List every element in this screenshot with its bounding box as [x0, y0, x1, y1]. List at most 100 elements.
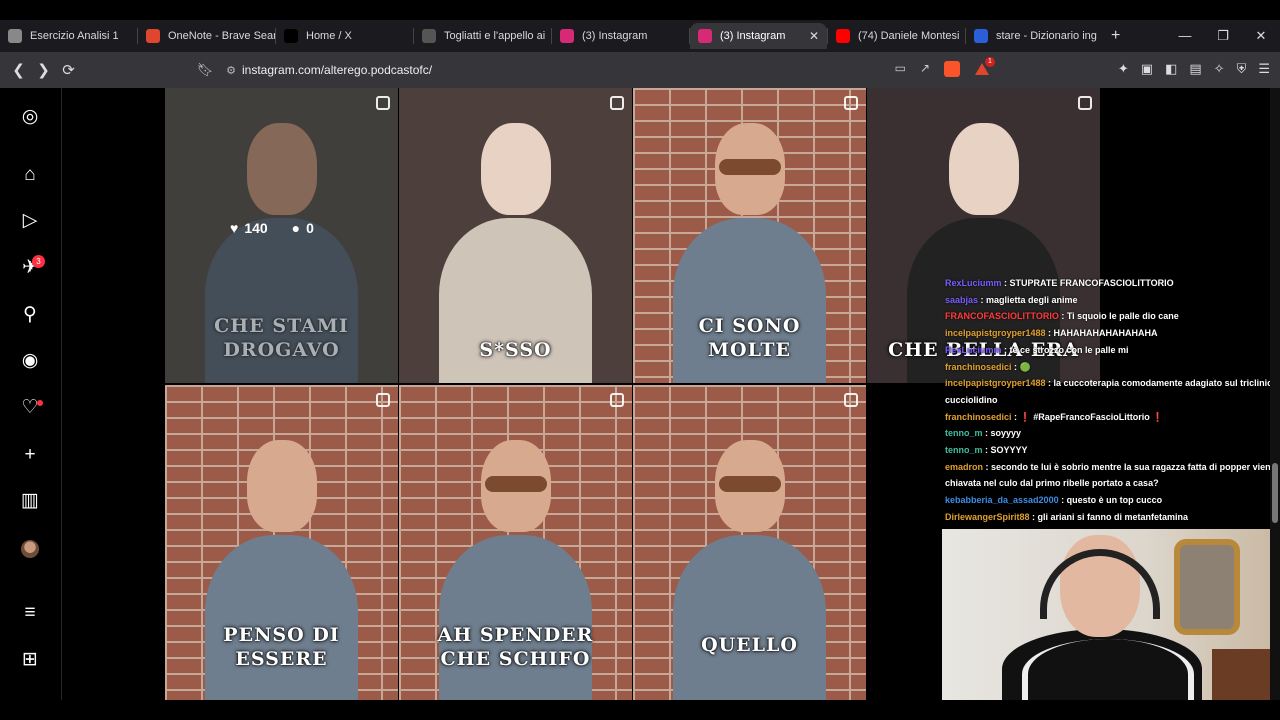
- instagram-logo-icon[interactable]: ◎: [19, 106, 41, 128]
- dashboard-icon[interactable]: ▥: [19, 490, 41, 512]
- threads-apps-icon[interactable]: ⊞: [19, 649, 41, 671]
- tab-7[interactable]: stare - Dizionario ing: [966, 23, 1103, 49]
- scrollbar-thumb[interactable]: [1272, 463, 1278, 523]
- drive-icon: [8, 29, 22, 43]
- close-window-icon[interactable]: ✕: [1242, 20, 1280, 52]
- brave-shields-icon[interactable]: [944, 61, 960, 77]
- sidebar-icon[interactable]: ◧: [1165, 61, 1177, 77]
- dictionary-icon: [974, 29, 988, 43]
- screen-cast-icon[interactable]: ▭: [895, 61, 906, 77]
- brave-rewards-icon[interactable]: 1: [974, 57, 995, 77]
- post-caption: QUELLO: [701, 634, 798, 656]
- chat-separator: :: [1011, 411, 1020, 422]
- tab-label: (3) Instagram: [582, 30, 648, 42]
- chat-text: la cuccoterapia comodamente adagiato sul…: [1053, 378, 1280, 389]
- x-icon: [284, 29, 298, 43]
- minimize-icon[interactable]: —: [1166, 20, 1204, 52]
- tab-4[interactable]: (3) Instagram: [552, 23, 689, 49]
- instagram-icon: [698, 29, 712, 43]
- search-icon[interactable]: ⚲: [19, 304, 41, 326]
- restore-icon[interactable]: ❐: [1204, 20, 1242, 52]
- browser-toolbar: ❮ ❯ ⟳ 🔖︎ ⚙ instagram.com/alterego.podcas…: [0, 52, 1280, 88]
- url-text[interactable]: instagram.com/alterego.podcastofc/: [242, 63, 432, 77]
- like-icon: ♥: [230, 220, 239, 236]
- chat-username: kebabberia_da_assad2000: [945, 495, 1059, 506]
- chat-separator: :: [1045, 378, 1054, 389]
- chat-separator: :: [982, 445, 991, 456]
- back-icon[interactable]: ❮: [6, 61, 31, 79]
- chat-username: RexLuciumm: [945, 344, 1002, 355]
- top-border: [0, 0, 1280, 20]
- vpn-icon[interactable]: ⛨: [1237, 61, 1247, 77]
- chat-text: maglietta degli anime: [986, 294, 1078, 305]
- post-tile[interactable]: S*SSO: [399, 88, 632, 383]
- reload-icon[interactable]: ⟳: [56, 61, 81, 79]
- chat-message: tenno_m : soyyyy: [945, 425, 1275, 442]
- chat-username: RexLuciumm: [945, 278, 1002, 288]
- chat-text: cucciolidino: [945, 394, 998, 405]
- wallet-icon[interactable]: ▤: [1189, 61, 1201, 77]
- new-tab-icon[interactable]: +: [1111, 27, 1120, 45]
- avatar[interactable]: [21, 540, 39, 558]
- tab-close-icon[interactable]: ✕: [809, 29, 819, 43]
- rewards-badge: 1: [985, 57, 995, 67]
- brave-search-icon: [146, 29, 160, 43]
- webcam-overlay: [942, 529, 1280, 700]
- bookmark-icon[interactable]: 🔖︎: [190, 62, 220, 78]
- tab-0[interactable]: Esercizio Analisi 1: [0, 23, 137, 49]
- post-caption: AH SPENDER CHE SCHIFO: [437, 624, 594, 670]
- chat-message: franchinosedici : 🟢: [945, 359, 1275, 376]
- post-tile[interactable]: QUELLO: [633, 385, 866, 700]
- tab-label: (3) Instagram: [720, 30, 786, 42]
- chat-message: DirlewangerSpirit88 : gli ariani si fann…: [945, 509, 1275, 526]
- chat-username: emadron: [945, 461, 984, 472]
- reel-icon: [376, 393, 390, 407]
- chat-text: ❗ #RapeFrancoFascioLittorio ❗: [1019, 411, 1164, 422]
- chat-text: secondo te lui è sobrio mentre la sua ra…: [991, 461, 1276, 472]
- chat-text: SOYYYY: [990, 445, 1028, 456]
- page-scrollbar[interactable]: [1270, 88, 1280, 700]
- chat-username: tenno_m: [945, 445, 983, 456]
- site-info-icon[interactable]: ⚙: [220, 64, 242, 77]
- chat-message: RexLuciumm : STUPRATE FRANCOFASCIOLITTOR…: [945, 275, 1275, 292]
- instagram-icon: [560, 29, 574, 43]
- chat-message: FRANCOFASCIOLITTORIO : Ti squoio le pall…: [945, 308, 1275, 325]
- explore-icon[interactable]: ◉: [19, 350, 41, 372]
- tab-3[interactable]: Togliatti e l'appello ai: [414, 23, 551, 49]
- streamer-jacket: [1002, 629, 1202, 700]
- menu-icon[interactable]: ☰: [1258, 61, 1270, 77]
- chat-text: 🟢: [1019, 361, 1031, 372]
- post-stats: ♥ 140 ● 0: [230, 220, 314, 236]
- post-tile[interactable]: PENSO DI ESSERE: [165, 385, 398, 700]
- post-tile[interactable]: AH SPENDER CHE SCHIFO: [399, 385, 632, 700]
- post-tile[interactable]: CI SONO MOLTE: [633, 88, 866, 383]
- chat-username: DirlewangerSpirit88: [945, 511, 1030, 522]
- tab-2[interactable]: Home / X: [276, 23, 413, 49]
- tab-1[interactable]: OneNote - Brave Sear: [138, 23, 275, 49]
- forward-icon[interactable]: ❯: [31, 61, 56, 79]
- reels-icon[interactable]: ▷: [19, 210, 41, 232]
- create-icon[interactable]: +: [19, 444, 41, 466]
- more-menu-icon[interactable]: ≡: [19, 602, 41, 624]
- leo-icon[interactable]: ✧: [1214, 61, 1225, 77]
- tab-label: Home / X: [306, 30, 352, 42]
- chat-text: te ce strozzo con le palle mi: [1009, 344, 1129, 355]
- reader-icon[interactable]: ▣: [1141, 61, 1153, 77]
- chat-text: HAHAHAHAHAHAHAHA: [1053, 328, 1158, 339]
- tab-6[interactable]: (74) Daniele Montesi: [828, 23, 965, 49]
- reel-icon: [844, 393, 858, 407]
- bottom-border: [0, 700, 1280, 720]
- home-icon[interactable]: ⌂: [19, 164, 41, 186]
- chat-text: chiavata nel culo dal primo ribelle port…: [945, 478, 1159, 489]
- post-tile[interactable]: ♥ 140 ● 0 CHE STAMI DROGAVO: [165, 88, 398, 383]
- extensions-icon[interactable]: ✦: [1118, 61, 1129, 77]
- chat-message: incelpapistgroyper1488 : la cuccoterapia…: [945, 375, 1280, 392]
- tab-label: stare - Dizionario ing: [996, 30, 1097, 42]
- chat-text: soyyyy: [990, 428, 1022, 439]
- tab-5[interactable]: (3) Instagram ✕: [690, 23, 827, 49]
- reel-icon: [610, 393, 624, 407]
- share-icon[interactable]: ↗: [920, 61, 930, 77]
- instagram-sidebar: ◎ ⌂ ▷ ✈ 3 ⚲ ◉ ♡ + ▥ ≡ ⊞: [0, 88, 62, 700]
- chat-message: RexLuciumm : te ce strozzo con le palle …: [945, 342, 1275, 359]
- chat-separator: :: [978, 294, 987, 305]
